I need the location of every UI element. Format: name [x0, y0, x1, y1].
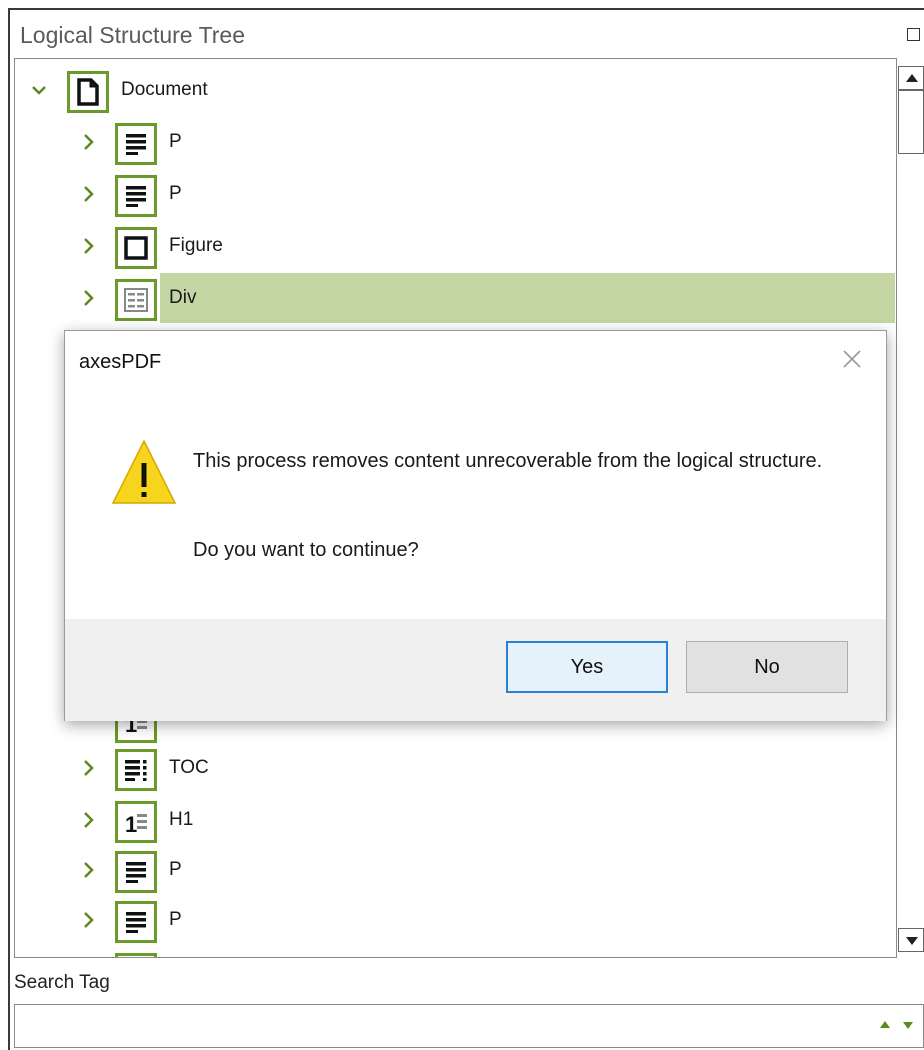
- paragraph-icon: [115, 901, 157, 943]
- chevron-right-icon[interactable]: [81, 757, 97, 779]
- scroll-up-button[interactable]: [898, 66, 924, 90]
- tree-item-label: Figure: [169, 235, 223, 256]
- tree-item-document[interactable]: Document: [15, 65, 895, 115]
- paragraph-icon: [115, 851, 157, 893]
- search-tag-input[interactable]: [19, 1009, 859, 1043]
- arrow-down-icon: [906, 937, 918, 945]
- no-button[interactable]: No: [686, 641, 848, 693]
- dialog-footer: Yes No: [65, 619, 886, 721]
- dialog-message: This process removes content unrecoverab…: [193, 450, 823, 472]
- heading-icon: 1: [115, 801, 157, 843]
- tree-item-label: P: [169, 183, 182, 204]
- tree-item-label: P: [169, 909, 182, 930]
- previous-result-icon[interactable]: [880, 1021, 890, 1028]
- paragraph-icon: [115, 123, 157, 165]
- tree-item-label: P: [169, 859, 182, 880]
- tree-item-label: TOC: [169, 757, 209, 778]
- scroll-thumb[interactable]: [898, 90, 924, 154]
- close-icon[interactable]: [840, 347, 864, 371]
- chevron-right-icon[interactable]: [81, 131, 97, 153]
- chevron-right-icon[interactable]: [81, 287, 97, 309]
- tree-item-label: Document: [121, 79, 208, 100]
- tree-item-p[interactable]: P: [15, 845, 895, 895]
- search-tag-label: Search Tag: [14, 972, 110, 993]
- restore-icon[interactable]: [907, 28, 920, 41]
- tree-item-p[interactable]: P: [15, 117, 895, 167]
- chevron-down-icon[interactable]: [31, 79, 47, 101]
- confirm-dialog: axesPDF This process removes content unr…: [64, 330, 887, 721]
- tree-item-label: Div: [169, 287, 197, 308]
- div-icon: [115, 279, 157, 321]
- search-tag-box: [14, 1004, 924, 1048]
- tree-item-toc[interactable]: TOC: [15, 743, 895, 793]
- figure-icon: [115, 227, 157, 269]
- dialog-title: axesPDF: [79, 351, 162, 373]
- svg-text:1: 1: [125, 812, 137, 836]
- document-icon: [67, 71, 109, 113]
- selection-highlight: [160, 273, 895, 323]
- tree-item-p[interactable]: P: [15, 169, 895, 219]
- next-result-icon[interactable]: [903, 1022, 913, 1029]
- warning-icon: [111, 439, 177, 512]
- tree-item-label: H1: [169, 809, 194, 830]
- tree-item-figure[interactable]: Figure: [15, 221, 895, 271]
- panel-title: Logical Structure Tree: [20, 22, 246, 48]
- scroll-down-button[interactable]: [898, 928, 924, 952]
- toc-icon: [115, 749, 157, 791]
- chevron-right-icon[interactable]: [81, 235, 97, 257]
- tree-scrollbar[interactable]: [896, 58, 924, 958]
- chevron-right-icon[interactable]: [81, 183, 97, 205]
- paragraph-icon: [115, 175, 157, 217]
- dialog-question: Do you want to continue?: [193, 539, 419, 561]
- chevron-right-icon[interactable]: [81, 859, 97, 881]
- tree-item-p[interactable]: P: [15, 895, 895, 945]
- arrow-up-icon: [906, 74, 918, 82]
- yes-button[interactable]: Yes: [506, 641, 668, 693]
- paragraph-icon: [115, 953, 157, 957]
- tree-item-div[interactable]: Div: [15, 273, 895, 323]
- tree-item-h1[interactable]: 1 H1: [15, 795, 895, 845]
- tree-item-label: P: [169, 131, 182, 152]
- chevron-right-icon[interactable]: [81, 909, 97, 931]
- tree-item-hidden[interactable]: [15, 947, 895, 957]
- chevron-right-icon[interactable]: [81, 809, 97, 831]
